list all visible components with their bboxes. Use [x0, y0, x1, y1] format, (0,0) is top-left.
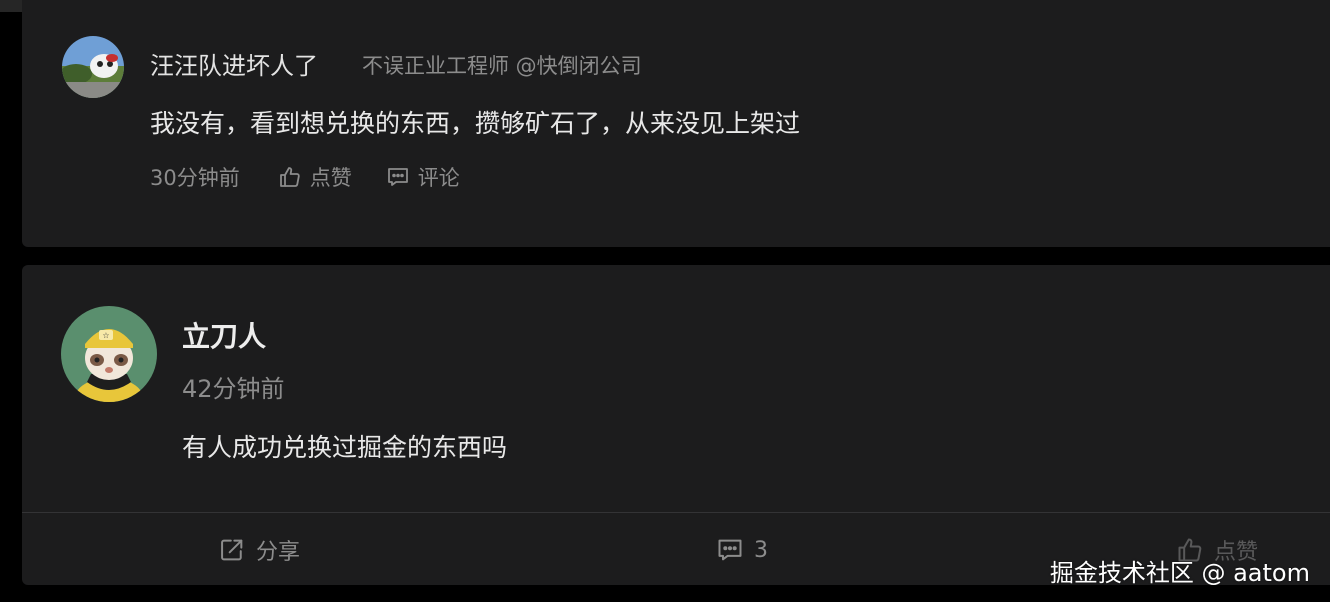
post-content: 有人成功兑换过掘金的东西吗 — [182, 433, 508, 462]
reply-content: 我没有，看到想兑换的东西，攒够矿石了，从来没见上架过 — [150, 109, 801, 138]
comment-bubble-icon — [718, 539, 742, 561]
reply-comment-label: 评论 — [417, 166, 460, 190]
reply-author-avatar[interactable] — [62, 36, 124, 98]
svg-text:☆: ☆ — [102, 331, 109, 340]
post-timestamp: 42分钟前 — [182, 375, 285, 403]
post-author-name[interactable]: 立刀人 — [182, 315, 266, 355]
comments-button[interactable]: 3 — [716, 534, 768, 566]
page: 汪汪队进坏人了 不误正业工程师 @快倒闭公司 我没有，看到想兑换的东西，攒够矿石… — [0, 0, 1330, 602]
share-icon — [221, 539, 243, 561]
share-label: 分享 — [256, 540, 301, 565]
post-footer-divider — [22, 512, 1330, 513]
watermark: 掘金技术社区 @ aatom — [1049, 559, 1310, 587]
post-author-avatar[interactable]: ☆ — [61, 306, 157, 402]
share-button[interactable]: 分享 — [218, 534, 300, 566]
reply-author-title: 不误正业工程师 @快倒闭公司 — [362, 54, 642, 78]
reply-actions: 30分钟前 点赞 评论 — [150, 162, 494, 192]
reply-author-name[interactable]: 汪汪队进坏人了 — [150, 46, 318, 81]
reply-comment-button[interactable]: 评论 — [386, 162, 460, 192]
comment-count: 3 — [754, 537, 768, 563]
comment-bubble-icon — [387, 168, 408, 186]
thumbs-up-icon — [279, 167, 300, 187]
reply-like-button[interactable]: 点赞 — [278, 162, 352, 192]
reply-like-label: 点赞 — [309, 166, 352, 190]
reply-timestamp: 30分钟前 — [150, 166, 240, 190]
